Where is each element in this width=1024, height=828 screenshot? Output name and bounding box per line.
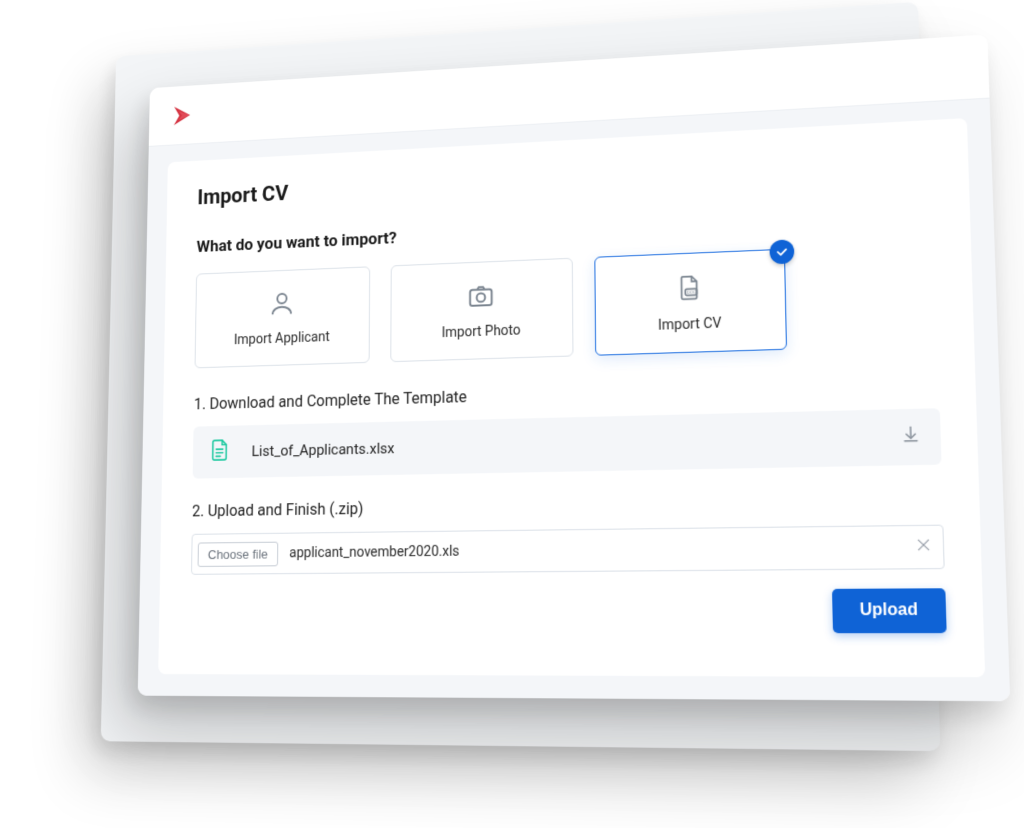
app-body: Import CV What do you want to import? Im… [138, 99, 1011, 702]
file-spreadsheet-icon [209, 438, 230, 465]
step2-label: 2. Upload and Finish (.zip) [192, 490, 943, 520]
template-download-row: List_of_Applicants.xlsx [193, 408, 942, 478]
option-label: Import CV [658, 315, 722, 333]
clear-file-icon[interactable] [915, 536, 933, 557]
download-icon[interactable] [900, 424, 922, 449]
option-label: Import Photo [442, 323, 521, 341]
panel-title: Import CV [197, 148, 932, 210]
file-upload-row: Choose file applicant_november2020.xls [191, 525, 945, 575]
app-window: Import CV What do you want to import? Im… [138, 34, 1011, 701]
template-filename: List_of_Applicants.xlsx [251, 428, 900, 460]
person-icon [268, 289, 296, 323]
option-import-applicant[interactable]: Import Applicant [195, 266, 371, 368]
option-import-photo[interactable]: Import Photo [390, 258, 573, 362]
import-panel: Import CV What do you want to import? Im… [158, 118, 985, 677]
option-label: Import Applicant [234, 329, 330, 348]
option-import-cv[interactable]: DOC Import CV [594, 249, 787, 356]
step1-label: 1. Download and Complete The Template [194, 374, 940, 413]
brand-logo-icon [170, 101, 202, 129]
upload-button[interactable]: Upload [832, 588, 947, 633]
check-badge-icon [769, 239, 794, 264]
svg-text:DOC: DOC [687, 290, 696, 295]
panel-actions: Upload [190, 588, 947, 633]
import-option-row: Import Applicant Import Photo [195, 242, 938, 368]
document-icon: DOC [674, 272, 705, 307]
camera-icon [466, 280, 495, 314]
chosen-filename: applicant_november2020.xls [289, 539, 902, 561]
choose-file-button[interactable]: Choose file [198, 541, 279, 566]
